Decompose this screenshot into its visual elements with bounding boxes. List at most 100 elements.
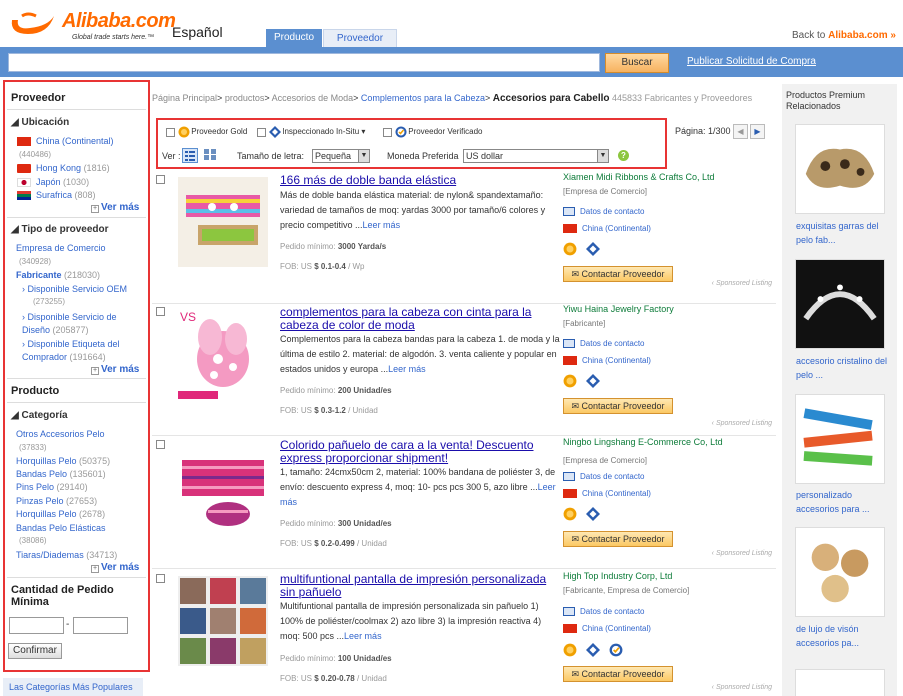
gold-supplier-icon[interactable] — [563, 374, 577, 388]
contact-supplier-button[interactable]: ✉ Contactar Proveedor — [563, 398, 673, 414]
category-horquillas[interactable]: Horquillas Pelo (50375) — [16, 456, 110, 466]
product-image[interactable] — [178, 177, 268, 267]
contact-details-link[interactable]: Datos de contacto — [563, 207, 644, 217]
onsite-check-icon[interactable] — [585, 643, 600, 657]
premium-product-link[interactable]: personalizado accesorios para ... — [796, 488, 892, 516]
post-buying-request-link[interactable]: Publicar Solicitud de Compra — [687, 56, 816, 67]
location-china[interactable]: China (Continental) — [17, 136, 114, 147]
popular-categories-link[interactable]: Las Categorías Más Populares — [3, 678, 143, 696]
premium-product-link[interactable]: accesorio cristalino del pelo ... — [796, 354, 892, 382]
next-page-button[interactable]: ▶ — [750, 124, 765, 139]
font-size-select[interactable]: Pequeña ▼ — [312, 149, 370, 163]
gold-supplier-icon[interactable] — [563, 507, 577, 521]
moq-min-input[interactable] — [9, 617, 64, 634]
back-to-alibaba[interactable]: Back to Alibaba.com » — [792, 30, 896, 41]
language-label[interactable]: Español — [172, 24, 223, 40]
supplier-name-link[interactable]: High Top Industry Corp, Ltd — [563, 571, 672, 581]
type-trading-company-count: (340928) — [19, 257, 52, 266]
help-icon[interactable]: ? — [618, 150, 629, 161]
tab-producto[interactable]: Producto — [266, 29, 322, 47]
onsite-checkbox[interactable] — [257, 127, 266, 137]
search-button[interactable]: Buscar — [605, 53, 669, 73]
alibaba-logo[interactable]: Alibaba.com Global trade starts here.™ — [8, 10, 176, 41]
premium-product-link[interactable]: de lujo de visón accesorios pa... — [796, 622, 892, 650]
crumb-home[interactable]: Página Principal — [152, 93, 217, 103]
confirm-button[interactable]: Confirmar — [8, 643, 62, 659]
contact-supplier-button[interactable]: ✉ Contactar Proveedor — [563, 531, 673, 547]
type-manufacturer[interactable]: Fabricante (218030) — [16, 270, 100, 280]
location-japan[interactable]: Japón (1030) — [17, 177, 89, 188]
product-image[interactable] — [178, 576, 268, 666]
type-buyer-label[interactable]: › Disponible Etiqueta del Comprador (191… — [22, 338, 140, 364]
product-image[interactable]: VS — [178, 309, 268, 399]
type-oem[interactable]: › Disponible Servicio OEM — [22, 284, 127, 294]
category-horquillas-2[interactable]: Horquillas Pelo (2678) — [16, 509, 105, 519]
product-checkbox[interactable] — [156, 440, 165, 449]
search-input[interactable] — [8, 53, 600, 72]
contact-details-link[interactable]: Datos de contacto — [563, 339, 644, 349]
premium-product-image[interactable] — [795, 124, 885, 214]
premium-product-image[interactable] — [795, 669, 885, 696]
contact-supplier-button[interactable]: ✉ Contactar Proveedor — [563, 266, 673, 282]
location-south-africa[interactable]: Surafrica (808) — [17, 190, 96, 201]
product-checkbox[interactable] — [156, 307, 165, 316]
location-hong-kong[interactable]: Hong Kong (1816) — [17, 163, 110, 174]
product-title-link[interactable]: Colorido pañuelo de cara a la venta! Des… — [280, 439, 560, 465]
divider — [7, 378, 146, 379]
crumb-fashion[interactable]: Accesorios de Moda — [272, 93, 354, 103]
verified-icon[interactable] — [609, 643, 623, 657]
back-link[interactable]: Alibaba.com » — [828, 30, 896, 41]
read-more-link[interactable]: Leer más — [363, 220, 401, 230]
contact-supplier-button[interactable]: ✉ Contactar Proveedor — [563, 666, 673, 682]
supplier-name-link[interactable]: Yiwu Haina Jewelry Factory — [563, 304, 674, 314]
product-heading: Producto — [11, 385, 60, 397]
crumb-products[interactable]: productos — [225, 93, 265, 103]
premium-product-image[interactable] — [795, 394, 885, 484]
moq-max-input[interactable] — [73, 617, 128, 634]
verified-checkbox[interactable] — [383, 127, 392, 137]
supplier-name-link[interactable]: Ningbo Lingshang E-Commerce Co, Ltd — [563, 437, 723, 447]
gold-supplier-icon[interactable] — [563, 643, 577, 657]
contact-details-link[interactable]: Datos de contacto — [563, 472, 644, 482]
type-design-service[interactable]: › Disponible Servicio de Diseño (205877) — [22, 311, 140, 337]
category-pins[interactable]: Pins Pelo (29140) — [16, 482, 88, 492]
onsite-check-icon[interactable] — [585, 242, 600, 256]
contact-details-link[interactable]: Datos de contacto — [563, 607, 644, 617]
product-title-link[interactable]: 166 más de doble banda elástica — [280, 174, 560, 187]
onsite-check-icon[interactable] — [585, 507, 600, 521]
onsite-check-filter[interactable]: Inspeccionado In-Situ ▾ — [257, 126, 365, 138]
product-checkbox[interactable] — [156, 574, 165, 583]
supplier-type-heading: ◢ Tipo de proveedor — [11, 224, 109, 235]
gold-checkbox[interactable] — [166, 127, 175, 137]
category-elastic-bands[interactable]: Bandas Pelo Elásticas — [16, 523, 106, 533]
list-view-icon[interactable] — [182, 148, 198, 163]
more-locations-link[interactable]: + Ver más — [91, 202, 139, 213]
contact-card-icon — [563, 339, 575, 349]
product-title-link[interactable]: multifuntional pantalla de impresión per… — [280, 573, 560, 599]
read-more-link[interactable]: Leer más — [344, 631, 382, 641]
premium-product-link[interactable]: exquisitas garras del pelo fab... — [796, 219, 892, 247]
category-bandas[interactable]: Bandas Pelo (135601) — [16, 469, 106, 479]
prev-page-button[interactable]: ◀ — [733, 124, 748, 139]
product-title-link[interactable]: complementos para la cabeza con cinta pa… — [280, 306, 560, 332]
more-categories-link[interactable]: + Ver más — [91, 562, 139, 573]
gold-supplier-icon[interactable] — [563, 242, 577, 256]
more-supplier-types-link[interactable]: + Ver más — [91, 364, 139, 375]
category-pinzas[interactable]: Pinzas Pelo (27653) — [16, 496, 97, 506]
gold-supplier-filter[interactable]: Proveedor Gold — [166, 126, 247, 138]
grid-view-icon[interactable] — [203, 148, 219, 163]
verified-supplier-filter[interactable]: Proveedor Verificado — [383, 126, 483, 138]
crumb-headwear[interactable]: Complementos para la Cabeza — [361, 93, 485, 103]
premium-product-image[interactable] — [795, 527, 885, 617]
currency-select[interactable]: US dollar ▼ — [463, 149, 609, 163]
read-more-link[interactable]: Leer más — [388, 364, 426, 374]
tab-proveedor[interactable]: Proveedor — [323, 29, 397, 47]
type-trading-company[interactable]: Empresa de Comercio — [16, 243, 106, 253]
onsite-check-icon[interactable] — [585, 374, 600, 388]
product-checkbox[interactable] — [156, 175, 165, 184]
category-other-accessories[interactable]: Otros Accesorios Pelo — [16, 429, 105, 439]
category-tiaras[interactable]: Tiaras/Diademas (34713) — [16, 550, 117, 560]
premium-product-image[interactable] — [795, 259, 885, 349]
supplier-name-link[interactable]: Xiamen Midi Ribbons & Crafts Co, Ltd — [563, 172, 715, 182]
product-image[interactable] — [178, 442, 268, 532]
